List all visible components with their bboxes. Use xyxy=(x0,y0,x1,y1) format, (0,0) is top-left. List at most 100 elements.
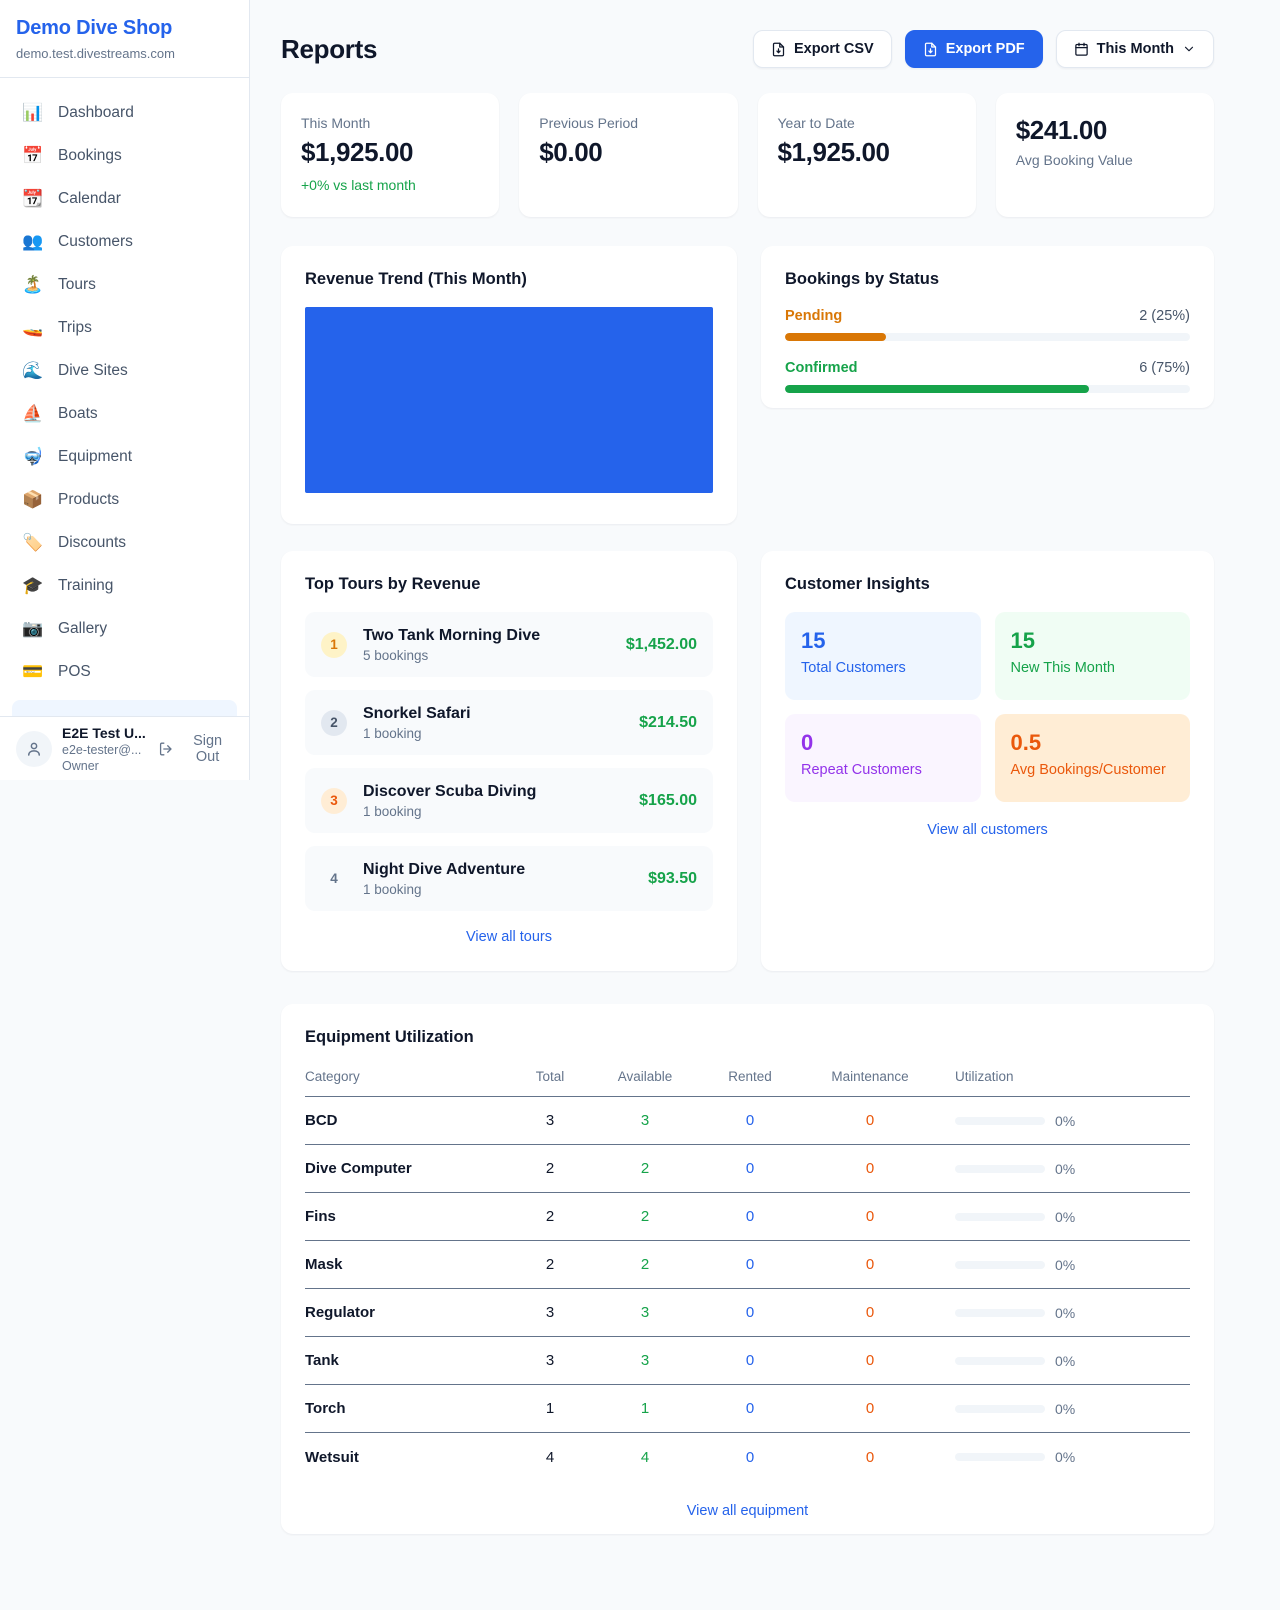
equipment-maintenance: 0 xyxy=(805,1112,935,1129)
sidebar-item-dive-sites[interactable]: 🌊 Dive Sites xyxy=(12,349,237,392)
view-all-customers-link[interactable]: View all customers xyxy=(785,822,1190,838)
tour-amount: $165.00 xyxy=(639,792,697,810)
user-email: e2e-tester@... xyxy=(62,743,148,757)
sidebar-item-label: Calendar xyxy=(58,190,121,208)
equipment-rented: 0 xyxy=(695,1112,805,1129)
insight-tile-total-customers: 15Total Customers xyxy=(785,612,981,700)
export-pdf-button[interactable]: Export PDF xyxy=(905,30,1043,68)
sidebar-item-reports-partial[interactable] xyxy=(12,700,237,716)
sidebar-item-calendar[interactable]: 📆Calendar xyxy=(12,177,237,220)
shop-domain: demo.test.divestreams.com xyxy=(16,46,233,61)
status-row-confirmed: Confirmed6 (75%) xyxy=(785,360,1190,393)
status-label: Pending xyxy=(785,308,842,324)
tour-name: Snorkel Safari xyxy=(363,705,471,723)
bookings-by-status-title: Bookings by Status xyxy=(785,270,1190,289)
equipment-available: 3 xyxy=(595,1352,695,1369)
insight-value: 0 xyxy=(801,730,965,756)
sidebar-item-equipment[interactable]: 🤿Equipment xyxy=(12,435,237,478)
stat-label: Previous Period xyxy=(539,115,717,131)
table-row: Mask22000% xyxy=(305,1241,1190,1289)
sidebar-item-discounts[interactable]: 🏷️Discounts xyxy=(12,521,237,564)
sidebar-item-tours[interactable]: 🏝️Tours xyxy=(12,263,237,306)
sidebar-item-boats[interactable]: ⛵Boats xyxy=(12,392,237,435)
equipment-total: 4 xyxy=(505,1449,595,1466)
equipment-utilization-card: Equipment Utilization CategoryTotalAvail… xyxy=(281,1004,1214,1534)
equipment-total: 3 xyxy=(505,1112,595,1129)
sidebar-item-label: Customers xyxy=(58,233,133,251)
status-bars: Pending2 (25%) Confirmed6 (75%) xyxy=(785,308,1190,393)
shop-name[interactable]: Demo Dive Shop xyxy=(16,17,233,40)
stat-value: $1,925.00 xyxy=(778,137,956,168)
tour-amount: $214.50 xyxy=(639,714,697,732)
insight-label: Avg Bookings/Customer xyxy=(1011,762,1175,778)
equipment-available: 2 xyxy=(595,1160,695,1177)
equipment-category: BCD xyxy=(305,1112,505,1129)
view-all-equipment-link[interactable]: View all equipment xyxy=(305,1503,1190,1519)
equipment-maintenance: 0 xyxy=(805,1304,935,1321)
tours-icon: 🏝️ xyxy=(22,275,44,295)
insight-tile-avg-bookings-customer: 0.5Avg Bookings/Customer xyxy=(995,714,1191,802)
gallery-icon: 📷 xyxy=(22,619,44,639)
tour-name: Discover Scuba Diving xyxy=(363,783,536,801)
sidebar-item-bookings[interactable]: 📅Bookings xyxy=(12,134,237,177)
dive-sites-icon: 🌊 xyxy=(22,361,44,381)
table-row: Wetsuit44000% xyxy=(305,1433,1190,1481)
main-content: Reports Export CSV Export PDF This Month… xyxy=(250,0,1280,1534)
equipment-available: 1 xyxy=(595,1400,695,1417)
stat-label: Year to Date xyxy=(778,115,956,131)
sidebar-item-label: Dive Sites xyxy=(58,362,128,380)
equipment-category: Tank xyxy=(305,1352,505,1369)
pos-icon: 💳 xyxy=(22,662,44,682)
status-bar-track xyxy=(785,333,1190,341)
sidebar-item-customers[interactable]: 👥Customers xyxy=(12,220,237,263)
table-row: BCD33000% xyxy=(305,1097,1190,1145)
equipment-maintenance: 0 xyxy=(805,1449,935,1466)
equipment-rented: 0 xyxy=(695,1352,805,1369)
equipment-rented: 0 xyxy=(695,1160,805,1177)
rank-badge: 1 xyxy=(321,632,347,658)
sidebar-header: Demo Dive Shop demo.test.divestreams.com xyxy=(0,0,249,78)
sidebar-nav: 📊Dashboard📅Bookings📆Calendar👥Customers🏝️… xyxy=(0,78,249,693)
insight-tile-repeat-customers: 0Repeat Customers xyxy=(785,714,981,802)
view-all-tours-link[interactable]: View all tours xyxy=(305,929,713,945)
status-row-pending: Pending2 (25%) xyxy=(785,308,1190,341)
equipment-rented: 0 xyxy=(695,1304,805,1321)
revenue-trend-card: Revenue Trend (This Month) xyxy=(281,246,737,524)
stat-delta: +0% vs last month xyxy=(301,177,479,193)
equipment-total: 2 xyxy=(505,1160,595,1177)
utilization-percent: 0% xyxy=(1055,1353,1075,1369)
stat-card-this-month: This Month$1,925.00+0% vs last month xyxy=(281,93,499,217)
sidebar-item-dashboard[interactable]: 📊Dashboard xyxy=(12,91,237,134)
table-row: Fins22000% xyxy=(305,1193,1190,1241)
table-row: Tank33000% xyxy=(305,1337,1190,1385)
equipment-category: Mask xyxy=(305,1256,505,1273)
equipment-maintenance: 0 xyxy=(805,1256,935,1273)
status-bar-track xyxy=(785,385,1190,393)
sidebar-item-gallery[interactable]: 📷Gallery xyxy=(12,607,237,650)
sidebar-item-pos[interactable]: 💳POS xyxy=(12,650,237,693)
equipment-available: 4 xyxy=(595,1449,695,1466)
utilization-percent: 0% xyxy=(1055,1401,1075,1417)
equipment-utilization: 0% xyxy=(935,1209,1190,1225)
sidebar-item-products[interactable]: 📦Products xyxy=(12,478,237,521)
revenue-trend-chart xyxy=(305,307,713,493)
period-dropdown[interactable]: This Month xyxy=(1056,30,1214,68)
bookings-by-status-card: Bookings by Status Pending2 (25%) Confirm… xyxy=(761,246,1214,408)
sidebar-item-label: Equipment xyxy=(58,448,132,466)
export-csv-label: Export CSV xyxy=(794,41,874,57)
sidebar-item-label: Training xyxy=(58,577,113,595)
equipment-available: 3 xyxy=(595,1112,695,1129)
sidebar-item-trips[interactable]: 🚤Trips xyxy=(12,306,237,349)
sidebar-item-training[interactable]: 🎓Training xyxy=(12,564,237,607)
equipment-maintenance: 0 xyxy=(805,1208,935,1225)
file-download-icon xyxy=(771,42,786,57)
export-csv-button[interactable]: Export CSV xyxy=(753,30,892,68)
utilization-bar-track xyxy=(955,1261,1045,1269)
equipment-available: 2 xyxy=(595,1208,695,1225)
sidebar-item-label: Products xyxy=(58,491,119,509)
equipment-category: Fins xyxy=(305,1208,505,1225)
table-row: Regulator33000% xyxy=(305,1289,1190,1337)
sign-out-button[interactable]: Sign Out xyxy=(158,733,235,765)
boats-icon: ⛵ xyxy=(22,404,44,424)
sign-out-label: Sign Out xyxy=(180,733,235,765)
